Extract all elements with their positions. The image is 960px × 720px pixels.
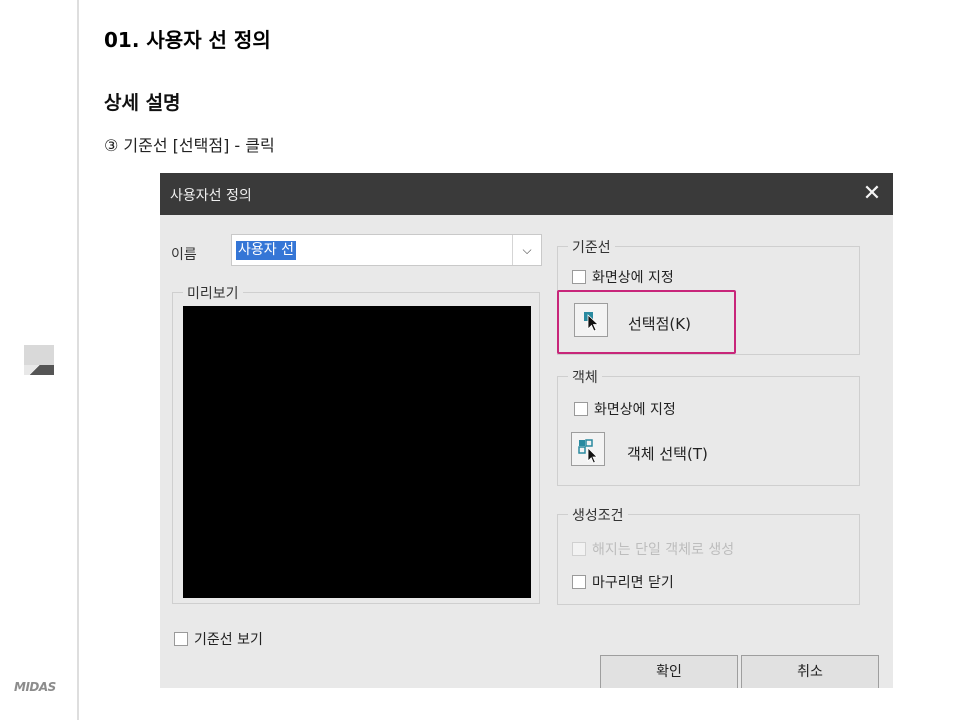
section-heading: 01. 사용자 선 정의 (104, 28, 271, 52)
single-object-label: 해지는 단일 객체로 생성 (592, 542, 735, 558)
checkbox-box[interactable] (174, 632, 188, 646)
name-combobox[interactable]: 사용자 선 ⌵ (231, 234, 542, 266)
single-object-checkbox: 해지는 단일 객체로 생성 (572, 539, 734, 559)
instruction-highlight-box (557, 290, 736, 354)
show-baseline-label: 기준선 보기 (194, 632, 263, 648)
midas-logo: MIDAS (14, 680, 56, 694)
section-subheading: 상세 설명 (104, 92, 181, 114)
select-object-icon (578, 439, 598, 464)
preview-group: 미리보기 (172, 283, 540, 604)
dialog-title: 사용자선 정의 (170, 188, 252, 204)
page-thumbnail-icon[interactable] (24, 345, 54, 375)
ok-button[interactable]: 확인 (600, 655, 738, 688)
checkbox-box[interactable] (572, 270, 586, 284)
cancel-button[interactable]: 취소 (741, 655, 879, 688)
close-icon[interactable]: ✕ (857, 179, 887, 209)
reference-line-legend: 기준선 (568, 237, 615, 257)
close-on-finish-checkbox[interactable]: 마구리면 닫기 (572, 572, 674, 592)
object-on-screen-checkbox[interactable]: 화면상에 지정 (574, 399, 676, 419)
left-margin-rule (77, 0, 79, 720)
object-group: 객체 화면상에 지정 객체 선택(T) (557, 367, 860, 486)
checkbox-box[interactable] (572, 575, 586, 589)
reference-on-screen-checkbox[interactable]: 화면상에 지정 (572, 267, 674, 287)
close-on-finish-label: 마구리면 닫기 (592, 575, 674, 591)
checkbox-box (572, 542, 586, 556)
creation-conditions-group: 생성조건 해지는 단일 객체로 생성 마구리면 닫기 (557, 505, 860, 605)
creation-conditions-legend: 생성조건 (568, 505, 628, 525)
reference-on-screen-label: 화면상에 지정 (592, 270, 674, 286)
object-legend: 객체 (568, 367, 602, 387)
step-instruction: ③ 기준선 [선택점] - 클릭 (104, 136, 275, 155)
select-object-label[interactable]: 객체 선택(T) (627, 443, 708, 464)
object-on-screen-label: 화면상에 지정 (594, 402, 676, 418)
show-baseline-checkbox[interactable]: 기준선 보기 (174, 629, 263, 649)
user-line-definition-dialog: 사용자선 정의 ✕ 이름 사용자 선 ⌵ 미리보기 기준선 화면상에 지정 선택… (160, 173, 893, 688)
name-value: 사용자 선 (236, 241, 296, 260)
dialog-titlebar[interactable]: 사용자선 정의 ✕ (160, 173, 893, 215)
checkbox-box[interactable] (574, 402, 588, 416)
select-object-button[interactable] (571, 432, 605, 466)
preview-legend: 미리보기 (183, 283, 243, 303)
chevron-down-icon[interactable]: ⌵ (512, 235, 541, 265)
name-label: 이름 (171, 247, 197, 263)
preview-canvas (183, 306, 531, 598)
